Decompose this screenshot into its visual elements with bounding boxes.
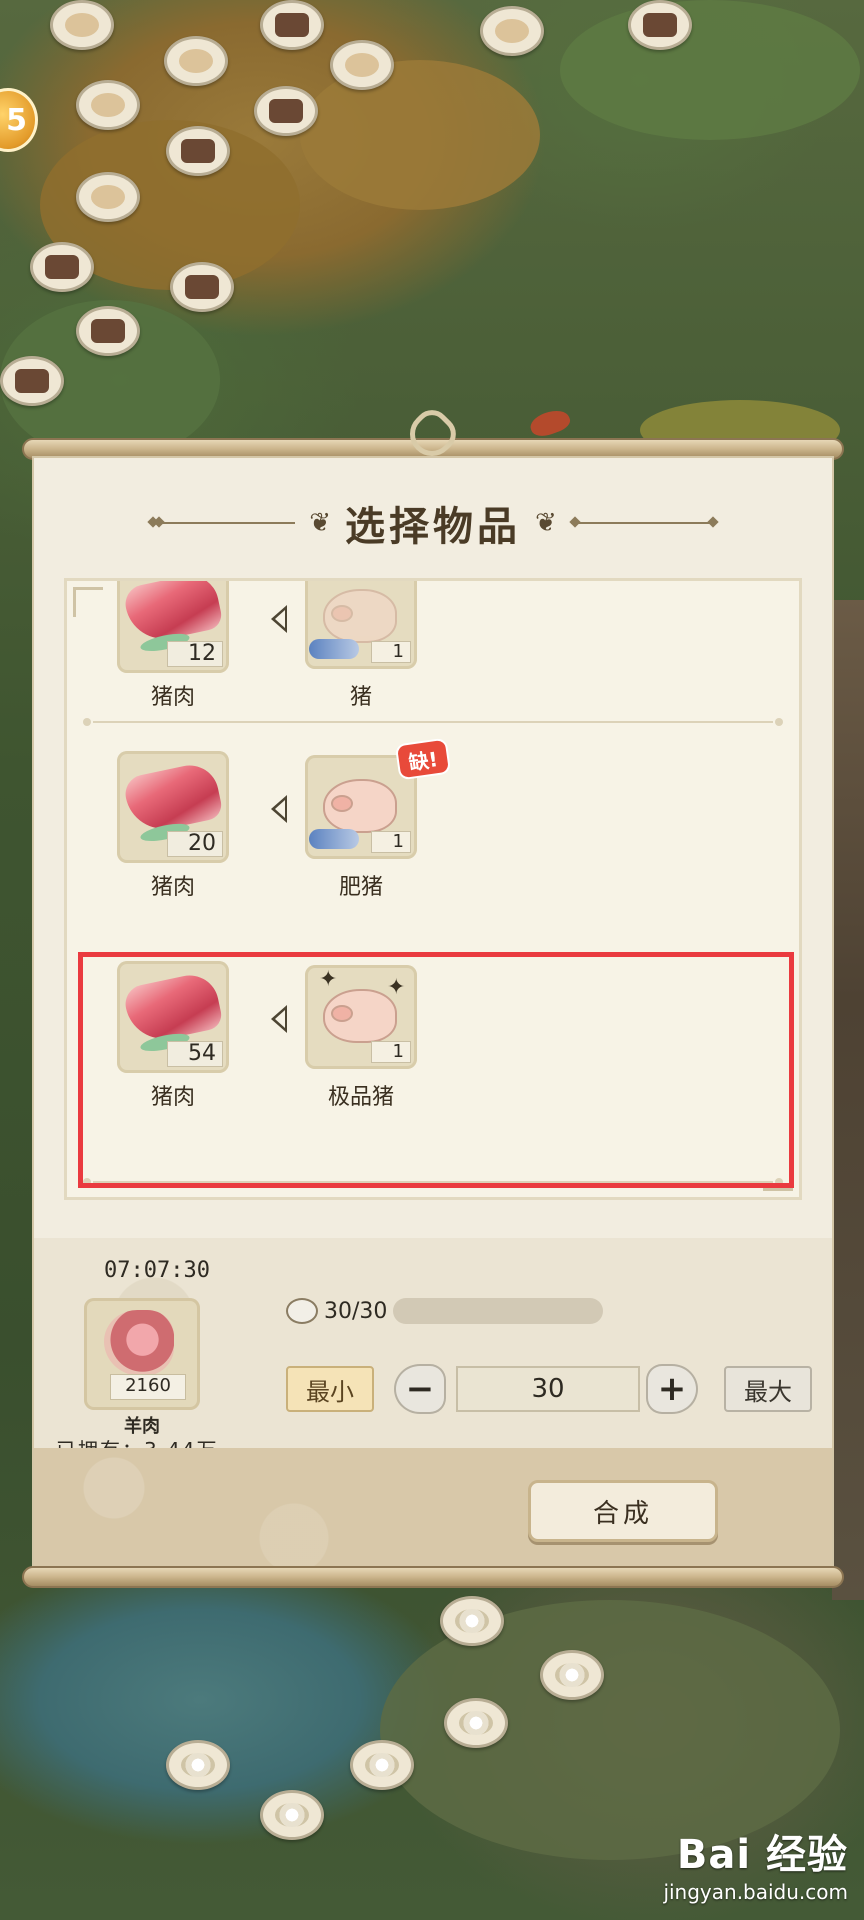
recipe-row[interactable]: 12 猪肉 1 猪	[67, 581, 799, 721]
flower-bubble[interactable]	[540, 1650, 604, 1700]
harvest-bubble[interactable]	[164, 36, 228, 86]
decrease-button[interactable]: −	[394, 1364, 446, 1414]
pig-icon	[323, 589, 397, 643]
watermark-url: jingyan.baidu.com	[663, 1880, 848, 1904]
dialog-title: 选择物品	[345, 504, 521, 550]
dialog-header: ❦ 选择物品 ❦	[34, 498, 832, 550]
flower-bubble[interactable]	[444, 1698, 508, 1748]
arrow-left-icon	[271, 605, 287, 633]
title-divider-right	[570, 522, 711, 524]
energy-value: 30/30	[324, 1298, 388, 1324]
lack-badge: 缺!	[397, 739, 449, 779]
production-timer: 07:07:30	[104, 1258, 210, 1283]
max-button[interactable]: 最大	[724, 1366, 812, 1412]
output-item-slot[interactable]: 20	[117, 751, 229, 863]
arrow-left-icon	[271, 795, 287, 823]
quantity-input[interactable]	[456, 1366, 640, 1412]
output-item-slot[interactable]: 12	[117, 581, 229, 673]
pork-icon	[121, 581, 225, 646]
mutton-icon	[104, 1310, 174, 1376]
swirl-right-icon: ❦	[535, 508, 557, 538]
product-quantity: 2160	[110, 1374, 186, 1400]
output-quantity: 20	[167, 831, 223, 857]
pig-pedestal-icon	[309, 829, 359, 849]
bird-icon	[527, 405, 573, 441]
coin-icon[interactable]: 5	[0, 88, 38, 152]
input-item-slot[interactable]: 1	[305, 581, 417, 669]
scroll-bottom-rod	[22, 1566, 844, 1588]
recipe-row[interactable]: 20 猪肉 1 缺! 肥猪	[67, 731, 799, 931]
output-item-name: 猪肉	[150, 875, 195, 900]
flower-bubble[interactable]	[440, 1596, 504, 1646]
flower-bubble[interactable]	[166, 1740, 230, 1790]
input-item-name: 猪	[349, 685, 372, 710]
synthesis-area: 07:07:30 2160 羊肉 已拥有：3.44万 30/30 最小 − + …	[34, 1238, 832, 1462]
harvest-bubble[interactable]	[76, 80, 140, 130]
blurred-area	[393, 1298, 604, 1324]
input-item-name: 肥猪	[338, 875, 383, 900]
watermark-logo: Bai 经验	[676, 1832, 848, 1878]
autumn-tree-cluster	[300, 60, 540, 210]
minus-icon: −	[405, 1369, 435, 1409]
flower-bubble[interactable]	[260, 1790, 324, 1840]
output-quantity: 12	[167, 641, 223, 667]
product-slot[interactable]: 2160	[84, 1298, 200, 1410]
increase-button[interactable]: +	[646, 1364, 698, 1414]
harvest-bubble[interactable]	[166, 126, 230, 176]
pork-icon	[121, 760, 225, 836]
flower-bubble[interactable]	[350, 1740, 414, 1790]
village-buildings	[832, 600, 864, 1600]
synthesize-button[interactable]: 合成	[528, 1480, 718, 1542]
min-button[interactable]: 最小	[286, 1366, 374, 1412]
watermark: Bai 经验 jingyan.baidu.com	[663, 1822, 848, 1904]
sheep-icon	[286, 1298, 318, 1324]
title-divider-left	[155, 522, 296, 524]
harvest-bubble[interactable]	[480, 6, 544, 56]
harvest-bubble[interactable]	[330, 40, 394, 90]
swirl-left-icon: ❦	[309, 508, 331, 538]
pig-pedestal-icon	[309, 639, 359, 659]
dialog-footer: 合成	[34, 1448, 832, 1568]
output-item-name: 猪肉	[150, 685, 195, 710]
plus-icon: +	[657, 1369, 687, 1409]
harvest-bubble[interactable]	[50, 0, 114, 50]
energy-indicator: 30/30	[286, 1298, 604, 1324]
highlight-annotation	[78, 952, 794, 1188]
harvest-bubble[interactable]	[76, 306, 140, 356]
row-divider	[83, 718, 783, 726]
green-tree-cluster	[560, 0, 860, 140]
harvest-bubble[interactable]	[170, 262, 234, 312]
harvest-bubble[interactable]	[0, 356, 64, 406]
input-quantity: 1	[371, 641, 411, 663]
harvest-bubble[interactable]	[260, 0, 324, 50]
harvest-bubble[interactable]	[254, 86, 318, 136]
fat-pig-icon	[323, 779, 397, 833]
harvest-bubble[interactable]	[76, 172, 140, 222]
harvest-bubble[interactable]	[628, 0, 692, 50]
harvest-bubble[interactable]	[30, 242, 94, 292]
input-quantity: 1	[371, 831, 411, 853]
